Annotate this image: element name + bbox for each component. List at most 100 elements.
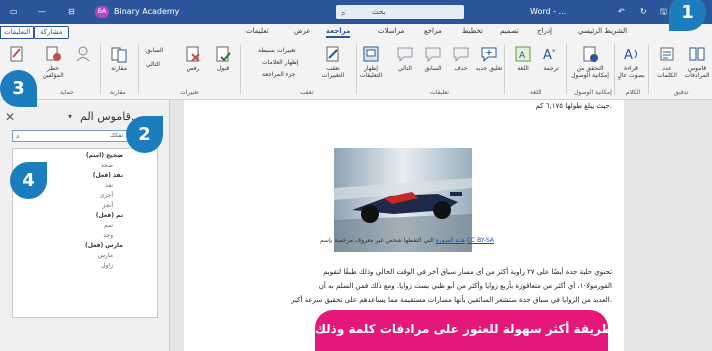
synonym-item[interactable]: زاول xyxy=(101,262,113,269)
chevron-down-icon[interactable]: ▾ xyxy=(68,112,72,121)
group-label-compare: مقارنة xyxy=(110,89,126,96)
group-label-tracking: تعقب xyxy=(300,89,314,96)
callout-2: 2 xyxy=(126,116,163,153)
group-label-language: اللغة xyxy=(530,89,542,96)
ribbon-review: حظر المؤلفين حماية مقارنة مقارنة السابق … xyxy=(0,41,712,100)
accessibility-icon xyxy=(583,46,598,62)
group-label-comments: تعليقات xyxy=(430,89,449,96)
search-icon: ⌕ xyxy=(341,9,346,18)
delete-comment-button[interactable]: حذف xyxy=(446,45,476,72)
user-name: Binary Academy xyxy=(114,7,180,16)
user-avatar[interactable]: BA xyxy=(95,6,109,18)
svg-text:*: * xyxy=(552,48,556,56)
tab-layout[interactable]: تخطيط xyxy=(462,27,483,35)
doc-text-line: حيث يبلغ طولها ٦,١٧٥ كم. xyxy=(535,102,613,110)
block-authors-button[interactable]: حظر المؤلفين xyxy=(38,45,68,79)
synonym-heading[interactable]: ضجيج (اسم) xyxy=(86,152,123,159)
language-button[interactable]: A اللغة xyxy=(508,45,538,72)
synonym-heading[interactable]: تم (فعل) xyxy=(96,212,123,219)
restrict-editing-button[interactable] xyxy=(2,45,32,65)
callout-3: 3 xyxy=(0,70,37,107)
synonym-item[interactable]: ضجة xyxy=(101,162,113,169)
show-markup-dropdown[interactable]: إظهار العلامات xyxy=(262,59,299,66)
redo-icon[interactable]: ↻ xyxy=(640,0,647,24)
group-label-speech: الكلام xyxy=(626,89,641,96)
svg-text:A: A xyxy=(624,48,633,63)
group-separator xyxy=(566,44,567,94)
synonym-item[interactable]: تمم xyxy=(104,222,113,229)
comments-button[interactable]: التعليقات xyxy=(0,26,35,39)
synonym-item[interactable]: مارس xyxy=(98,252,113,259)
search-value: تفكك xyxy=(109,132,123,139)
track-changes-button[interactable]: تعقب التغييرات xyxy=(318,45,348,79)
new-comment-icon xyxy=(481,47,497,63)
group-label-accessibility: إمكانية الوصول xyxy=(574,89,612,96)
show-comments-button[interactable]: إظهار التعليقات xyxy=(356,45,386,79)
simple-markup-dropdown[interactable]: تغييرات بسيطة xyxy=(258,47,296,54)
reject-icon xyxy=(186,46,200,62)
tab-view[interactable]: عرض xyxy=(294,27,311,35)
next-comment-icon xyxy=(397,47,413,63)
app-menu-icon[interactable]: ▭ xyxy=(10,0,18,24)
callout-4: 4 xyxy=(10,162,47,199)
minimize-ribbon-icon[interactable]: — xyxy=(38,0,46,24)
reviewing-pane-dropdown[interactable]: جزء المراجعة xyxy=(262,71,296,78)
caption-link[interactable]: هذه الصورة xyxy=(436,237,465,244)
caption-banner: يوجد طريقة أكثر سهولة للعثور على مرادفات… xyxy=(315,310,608,351)
reject-button[interactable]: رفض xyxy=(178,45,208,72)
previous-comment-icon xyxy=(425,47,441,63)
ink-icon xyxy=(76,46,90,62)
svg-text:A: A xyxy=(519,51,526,61)
tab-review[interactable]: مراجعة xyxy=(326,27,351,38)
restore-icon[interactable]: ⊟ xyxy=(68,0,75,24)
doc-text-line: العديد من الزوايا في سباق جدة ستشعر السا… xyxy=(291,296,612,304)
previous-change-button[interactable]: السابق xyxy=(146,47,163,54)
word-count-icon xyxy=(660,47,674,61)
language-icon: A xyxy=(515,46,531,62)
restrict-editing-icon xyxy=(10,46,23,62)
synonym-item[interactable]: أنجز xyxy=(102,202,113,209)
group-separator xyxy=(240,44,241,94)
synonym-item[interactable]: وجد xyxy=(103,232,113,239)
save-icon[interactable]: 🖫 xyxy=(660,0,667,24)
search-text: بحث xyxy=(372,8,386,16)
translate-button[interactable]: A * ترجمة xyxy=(536,45,566,72)
next-change-button[interactable]: التالي xyxy=(146,61,160,68)
tab-home[interactable]: الشريط الرئيسي xyxy=(578,27,627,35)
tab-design[interactable]: تصميم xyxy=(500,27,519,35)
search-icon[interactable]: ⌕ xyxy=(16,132,20,142)
thesaurus-button[interactable]: قاموس المرادفات xyxy=(682,45,712,79)
accept-button[interactable]: قبول xyxy=(208,45,238,72)
undo-icon[interactable]: ↶ xyxy=(618,0,625,24)
new-comment-button[interactable]: تعليق جديد xyxy=(474,45,504,72)
synonym-item[interactable]: نفذ xyxy=(105,182,113,189)
tab-mailings[interactable]: مراسلات xyxy=(378,27,404,35)
synonym-item[interactable]: أجرى xyxy=(100,192,113,199)
synonym-heading[interactable]: نفذ (فعل) xyxy=(93,172,123,179)
group-separator xyxy=(614,44,615,94)
document-title: Word - ... xyxy=(530,7,567,16)
group-label-protect: حماية xyxy=(60,89,74,96)
group-separator xyxy=(100,44,101,94)
thesaurus-icon xyxy=(689,47,705,61)
check-accessibility-button[interactable]: التحقق من إمكانية الوصول xyxy=(568,45,612,79)
tab-help[interactable]: تعليمات xyxy=(246,27,269,35)
synonym-heading[interactable]: مارس (فعل) xyxy=(85,242,123,249)
share-button[interactable]: مشاركة xyxy=(34,26,69,39)
show-comments-icon xyxy=(363,46,379,62)
track-changes-icon xyxy=(326,46,339,62)
word-count-button[interactable]: عدد الكلمات xyxy=(652,45,682,79)
read-aloud-button[interactable]: A قراءة بصوت عالٍ xyxy=(616,45,646,79)
license-link[interactable]: CC BY-SA xyxy=(467,237,494,244)
search-box[interactable]: ⌕ بحث xyxy=(336,5,464,19)
tab-insert[interactable]: إدراج xyxy=(537,27,552,35)
compare-button[interactable]: مقارنة xyxy=(104,45,134,72)
block-authors-icon xyxy=(46,46,61,61)
next-comment-button[interactable]: التالي xyxy=(390,45,420,72)
image-caption: هذه الصورة التي التقطها شخص غير معروف مر… xyxy=(319,237,494,244)
close-icon[interactable]: ✕ xyxy=(5,110,15,124)
previous-comment-button[interactable]: السابق xyxy=(418,45,448,72)
hide-ink-button[interactable] xyxy=(68,45,98,65)
svg-text:A: A xyxy=(543,48,552,63)
tab-references[interactable]: مراجع xyxy=(424,27,442,35)
